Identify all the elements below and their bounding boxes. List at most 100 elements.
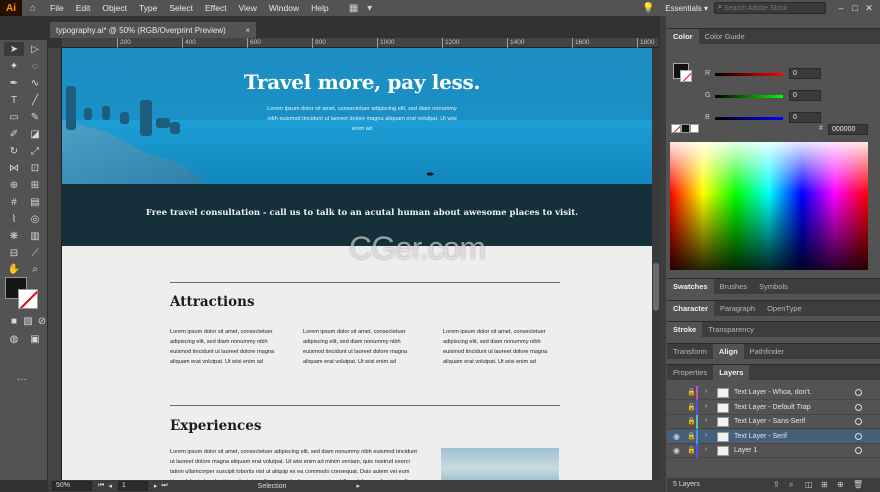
tab-color[interactable]: Color [667,28,699,45]
target-circle-icon[interactable] [855,432,862,440]
lock-icon[interactable]: 🔒 [687,417,696,425]
panel-stroke-swatch[interactable] [680,70,692,82]
eyedropper-tool-icon[interactable]: ⌇ [4,212,24,226]
symbol-sprayer-tool-icon[interactable]: ❋ [4,229,24,243]
close-tab-icon[interactable]: × [245,26,250,35]
tab-opentype[interactable]: OpenType [761,301,808,317]
attractions-column-3[interactable]: Lorem ipsum dolor sit amet, consectetuer… [443,327,555,367]
color-spectrum[interactable] [670,142,868,270]
panel-collapse-strip[interactable] [660,16,666,492]
tab-symbols[interactable]: Symbols [753,279,794,295]
attractions-column-2[interactable]: Lorem ipsum dolor sit amet, consectetuer… [303,327,415,367]
scrollbar-thumb[interactable] [653,263,659,311]
canvas[interactable]: Travel more, pay less. Lorem ipsum dolor… [62,48,658,480]
chevron-down-icon[interactable]: ▾ [365,0,375,16]
workspace-switcher[interactable]: Essentials ▾ [659,4,714,13]
perspective-grid-tool-icon[interactable]: ⊞ [25,178,45,192]
tab-properties[interactable]: Properties [667,365,713,381]
expand-arrow-icon[interactable]: › [705,417,707,424]
shape-builder-tool-icon[interactable]: ⊕ [4,178,24,192]
target-circle-icon[interactable] [855,447,862,454]
layer-name[interactable]: Text Layer - Sans-Serif [734,418,805,425]
draw-mode-icon[interactable]: ◍ [4,332,24,346]
hero-body-text[interactable]: Lorem ipsum dolor sit amet, consectetuer… [267,104,457,134]
attractions-heading[interactable]: Attractions [170,294,255,310]
zoom-level-field[interactable]: 50% [52,481,92,491]
tab-stroke[interactable]: Stroke [667,321,703,338]
slice-tool-icon[interactable]: ⟋ [25,246,45,260]
menu-window[interactable]: Window [263,0,305,16]
locate-object-icon[interactable]: ⌕ [789,480,793,490]
artboard-tool-icon[interactable]: ⊟ [4,246,24,260]
tab-character[interactable]: Character [667,300,715,317]
artboard-number-field[interactable]: 1 [117,481,148,491]
target-circle-icon[interactable] [855,418,862,425]
vertical-scrollbar[interactable] [652,48,660,480]
width-tool-icon[interactable]: ⋈ [4,161,24,175]
first-artboard-icon[interactable]: ⏮ [98,482,104,490]
stock-search-box[interactable]: ⌕ [714,2,826,14]
hero-title[interactable]: Travel more, pay less. [62,70,652,94]
expand-arrow-icon[interactable]: › [705,432,707,439]
type-tool-icon[interactable]: T [4,93,24,107]
lock-icon[interactable]: 🔒 [687,446,696,454]
channel-value-input[interactable]: 0 [789,68,821,79]
stroke-color-swatch[interactable] [18,289,38,309]
tab-color-guide[interactable]: Color Guide [699,29,751,45]
menu-type[interactable]: Type [133,0,163,16]
lasso-tool-icon[interactable]: ◌ [25,59,45,73]
new-sublayer-icon[interactable]: ⊞ [821,480,828,489]
lock-icon[interactable]: 🔒 [687,403,696,411]
home-icon[interactable]: ⌂ [22,0,44,16]
stock-search-input[interactable] [723,4,820,12]
lightbulb-icon[interactable]: 💡 [637,0,659,16]
lock-icon[interactable]: 🔒 [687,432,696,440]
white-swatch[interactable] [690,124,699,133]
zoom-tool-icon[interactable]: ⌕ [25,262,45,276]
expand-arrow-icon[interactable]: › [705,446,707,453]
tab-transform[interactable]: Transform [667,344,713,360]
channel-slider[interactable] [715,95,783,98]
lock-icon[interactable]: 🔒 [687,388,696,396]
line-tool-icon[interactable]: ╱ [25,93,45,107]
rectangle-tool-icon[interactable]: ▭ [4,110,24,124]
expand-arrow-icon[interactable]: › [705,403,707,410]
layer-row[interactable]: 🔒 › Text Layer - Whoa, don't. [667,386,880,400]
status-menu-icon[interactable]: ▸ [356,482,360,490]
curvature-tool-icon[interactable]: ∿ [25,76,45,90]
attractions-column-1[interactable]: Lorem ipsum dolor sit amet, consectetuer… [170,327,282,367]
tab-brushes[interactable]: Brushes [714,279,754,295]
layer-row[interactable]: 🔒 › Text Layer - Default Trap [667,400,880,415]
tab-layers[interactable]: Layers [713,364,750,381]
blend-tool-icon[interactable]: ◎ [25,212,45,226]
tab-transparency[interactable]: Transparency [702,322,760,338]
layer-name[interactable]: Layer 1 [734,447,757,454]
hex-input[interactable]: 000000 [828,124,868,135]
shaper-tool-icon[interactable]: ✐ [4,127,24,141]
clipping-mask-icon[interactable]: ◫ [805,480,813,489]
layer-row[interactable]: ◉ 🔒 › Layer 1 [667,444,880,458]
selection-tool-icon[interactable]: ➤ [4,42,24,56]
layer-name[interactable]: Text Layer - Whoa, don't. [734,389,812,396]
none-swatch[interactable] [671,124,681,133]
menu-select[interactable]: Select [163,0,199,16]
tab-swatches[interactable]: Swatches [667,278,714,295]
menu-edit[interactable]: Edit [70,0,97,16]
magic-wand-tool-icon[interactable]: ✦ [4,59,24,73]
tab-paragraph[interactable]: Paragraph [714,301,761,317]
next-artboard-icon[interactable]: ▸ [154,482,158,490]
layer-row[interactable]: 🔒 › Text Layer - Sans-Serif [667,415,880,429]
artboard[interactable]: Travel more, pay less. Lorem ipsum dolor… [62,48,652,480]
target-circle-icon[interactable] [855,389,862,396]
eye-icon[interactable]: ◉ [673,432,683,441]
pen-tool-icon[interactable]: ✒ [4,76,24,90]
menu-help[interactable]: Help [305,0,334,16]
hand-tool-icon[interactable]: ✋ [4,262,24,276]
new-layer-icon[interactable]: ⊕ [837,480,844,489]
mesh-tool-icon[interactable]: # [4,195,24,209]
close-window-button[interactable]: ✕ [862,3,876,14]
tab-align[interactable]: Align [712,343,744,360]
eraser-tool-icon[interactable]: ◪ [25,127,45,141]
layer-row[interactable]: ◉ 🔒 › Text Layer - Serif [667,429,880,444]
column-graph-tool-icon[interactable]: ▥ [25,229,45,243]
